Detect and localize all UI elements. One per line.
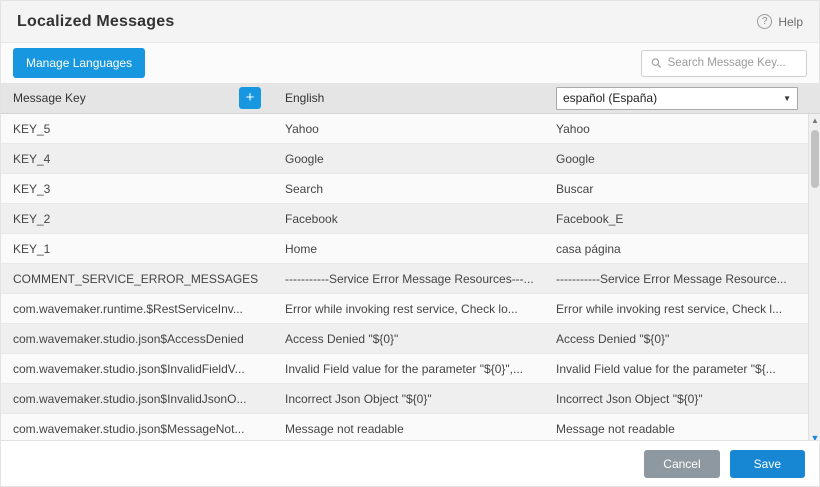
- cell-english[interactable]: Search: [273, 182, 546, 196]
- cell-english[interactable]: Home: [273, 242, 546, 256]
- cell-message-key[interactable]: com.wavemaker.studio.json$InvalidJsonO..…: [1, 392, 273, 406]
- cell-message-key[interactable]: com.wavemaker.studio.json$MessageNot...: [1, 422, 273, 436]
- table-header-row: Message Key + English español (España) ▼: [1, 83, 820, 114]
- cell-translation[interactable]: Invalid Field value for the parameter "$…: [546, 362, 808, 376]
- messages-table: Message Key + English español (España) ▼…: [1, 83, 820, 444]
- cell-message-key[interactable]: com.wavemaker.runtime.$RestServiceInv...: [1, 302, 273, 316]
- cell-message-key[interactable]: KEY_2: [1, 212, 273, 226]
- manage-languages-button[interactable]: Manage Languages: [13, 48, 145, 78]
- help-icon: ?: [757, 14, 772, 29]
- cell-message-key[interactable]: com.wavemaker.studio.json$AccessDenied: [1, 332, 273, 346]
- caret-down-icon: ▼: [783, 94, 791, 103]
- table-row[interactable]: COMMENT_SERVICE_ERROR_MESSAGES ---------…: [1, 264, 808, 294]
- save-button[interactable]: Save: [730, 450, 805, 478]
- help-button[interactable]: ? Help: [757, 14, 803, 29]
- cell-message-key[interactable]: com.wavemaker.studio.json$InvalidFieldV.…: [1, 362, 273, 376]
- cell-translation[interactable]: Google: [546, 152, 808, 166]
- cell-english[interactable]: Access Denied "${0}": [273, 332, 546, 346]
- table-row[interactable]: KEY_5 Yahoo Yahoo: [1, 114, 808, 144]
- cancel-button[interactable]: Cancel: [644, 450, 719, 478]
- table-row[interactable]: KEY_1 Home casa página: [1, 234, 808, 264]
- language-select-value: español (España): [563, 91, 657, 105]
- table-row[interactable]: com.wavemaker.studio.json$InvalidFieldV.…: [1, 354, 808, 384]
- search-icon: [651, 57, 662, 69]
- table-row[interactable]: com.wavemaker.runtime.$RestServiceInv...…: [1, 294, 808, 324]
- search-input[interactable]: [668, 57, 797, 69]
- cell-message-key[interactable]: KEY_1: [1, 242, 273, 256]
- cell-message-key[interactable]: KEY_5: [1, 122, 273, 136]
- footer-actions: Cancel Save: [1, 440, 819, 486]
- cell-translation[interactable]: -----------Service Error Message Resourc…: [546, 272, 808, 286]
- cell-english[interactable]: Error while invoking rest service, Check…: [273, 302, 546, 316]
- table-body: KEY_5 Yahoo Yahoo KEY_4 Google Google KE…: [1, 114, 808, 444]
- cell-message-key[interactable]: KEY_3: [1, 182, 273, 196]
- table-row[interactable]: com.wavemaker.studio.json$InvalidJsonO..…: [1, 384, 808, 414]
- english-header-label: English: [285, 91, 324, 105]
- column-header-message-key: Message Key +: [1, 87, 273, 109]
- table-row[interactable]: KEY_4 Google Google: [1, 144, 808, 174]
- table-row[interactable]: com.wavemaker.studio.json$AccessDenied A…: [1, 324, 808, 354]
- vertical-scrollbar[interactable]: ▲ ▼: [808, 114, 820, 444]
- cell-english[interactable]: Incorrect Json Object "${0}": [273, 392, 546, 406]
- message-key-header-label: Message Key: [13, 91, 86, 105]
- cell-english[interactable]: Google: [273, 152, 546, 166]
- cell-message-key[interactable]: KEY_4: [1, 152, 273, 166]
- cell-translation[interactable]: Buscar: [546, 182, 808, 196]
- cell-english[interactable]: -----------Service Error Message Resourc…: [273, 272, 546, 286]
- cell-translation[interactable]: Yahoo: [546, 122, 808, 136]
- cell-translation[interactable]: Facebook_E: [546, 212, 808, 226]
- cell-translation[interactable]: Access Denied "${0}": [546, 332, 808, 346]
- cell-translation[interactable]: Message not readable: [546, 422, 808, 436]
- toolbar: Manage Languages: [1, 43, 819, 83]
- cell-translation[interactable]: Error while invoking rest service, Check…: [546, 302, 808, 316]
- cell-message-key[interactable]: COMMENT_SERVICE_ERROR_MESSAGES: [1, 272, 273, 286]
- cell-english[interactable]: Yahoo: [273, 122, 546, 136]
- search-box[interactable]: [641, 50, 807, 77]
- page-title: Localized Messages: [17, 13, 174, 31]
- cell-translation[interactable]: Incorrect Json Object "${0}": [546, 392, 808, 406]
- scrollbar-thumb[interactable]: [811, 130, 819, 188]
- scroll-up-arrow-icon[interactable]: ▲: [809, 116, 820, 125]
- help-label: Help: [778, 15, 803, 29]
- cell-english[interactable]: Invalid Field value for the parameter "$…: [273, 362, 546, 376]
- table-row[interactable]: KEY_2 Facebook Facebook_E: [1, 204, 808, 234]
- column-header-english: English: [273, 91, 546, 105]
- cell-english[interactable]: Facebook: [273, 212, 546, 226]
- language-select[interactable]: español (España) ▼: [556, 87, 798, 110]
- table-row[interactable]: KEY_3 Search Buscar: [1, 174, 808, 204]
- add-message-key-button[interactable]: +: [239, 87, 261, 109]
- cell-translation[interactable]: casa página: [546, 242, 808, 256]
- column-header-language: español (España) ▼: [546, 87, 808, 110]
- title-bar: Localized Messages ? Help: [1, 1, 819, 43]
- cell-english[interactable]: Message not readable: [273, 422, 546, 436]
